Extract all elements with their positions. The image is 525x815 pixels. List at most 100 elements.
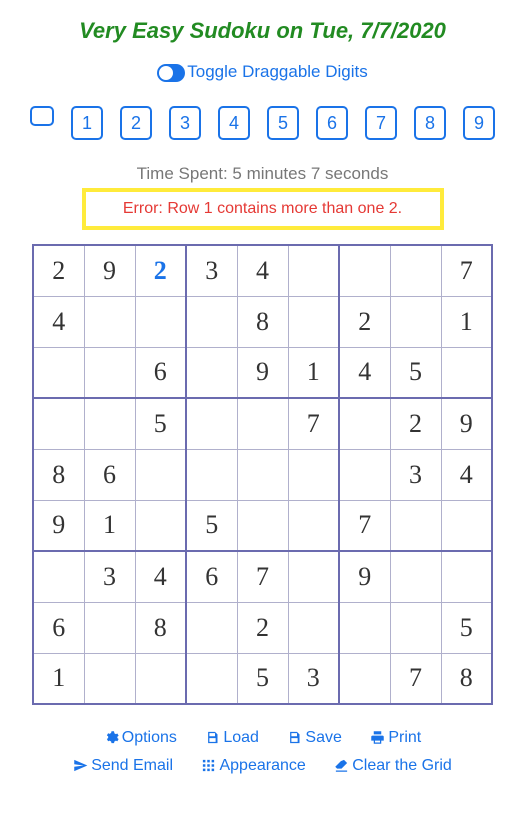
cell-8-4[interactable]: 5 [237,653,288,704]
cell-5-2[interactable] [135,500,186,551]
cell-8-6[interactable] [339,653,390,704]
cell-4-3[interactable] [186,449,237,500]
options-button[interactable]: Options [104,729,177,747]
cell-1-8[interactable]: 1 [441,296,492,347]
cell-4-6[interactable] [339,449,390,500]
cell-2-2[interactable]: 6 [135,347,186,398]
toggle-draggable[interactable]: Toggle Draggable Digits [0,62,525,82]
cell-8-3[interactable] [186,653,237,704]
cell-2-3[interactable] [186,347,237,398]
cell-5-4[interactable] [237,500,288,551]
cell-6-3[interactable]: 6 [186,551,237,602]
digit-tile-4[interactable]: 4 [218,106,250,140]
digit-tile-6[interactable]: 6 [316,106,348,140]
cell-3-0[interactable] [33,398,84,449]
cell-4-0[interactable]: 8 [33,449,84,500]
cell-8-1[interactable] [84,653,135,704]
cell-3-3[interactable] [186,398,237,449]
cell-7-1[interactable] [84,602,135,653]
cell-5-3[interactable]: 5 [186,500,237,551]
cell-3-2[interactable]: 5 [135,398,186,449]
cell-0-2[interactable]: 2 [135,245,186,296]
cell-2-8[interactable] [441,347,492,398]
cell-6-7[interactable] [390,551,441,602]
cell-4-8[interactable]: 4 [441,449,492,500]
cell-4-5[interactable] [288,449,339,500]
cell-4-7[interactable]: 3 [390,449,441,500]
cell-7-6[interactable] [339,602,390,653]
cell-6-4[interactable]: 7 [237,551,288,602]
cell-3-4[interactable] [237,398,288,449]
cell-6-1[interactable]: 3 [84,551,135,602]
cell-5-0[interactable]: 9 [33,500,84,551]
appearance-button[interactable]: Appearance [201,757,305,775]
cell-6-2[interactable]: 4 [135,551,186,602]
digit-tile-1[interactable]: 1 [71,106,103,140]
cell-4-1[interactable]: 6 [84,449,135,500]
cell-7-0[interactable]: 6 [33,602,84,653]
cell-5-7[interactable] [390,500,441,551]
digit-tile-3[interactable]: 3 [169,106,201,140]
cell-0-6[interactable] [339,245,390,296]
cell-8-5[interactable]: 3 [288,653,339,704]
eraser-icon [334,757,349,775]
cell-3-7[interactable]: 2 [390,398,441,449]
cell-2-4[interactable]: 9 [237,347,288,398]
cell-2-0[interactable] [33,347,84,398]
digit-tile-2[interactable]: 2 [120,106,152,140]
cell-0-4[interactable]: 4 [237,245,288,296]
load-button[interactable]: Load [205,729,259,747]
cell-0-0[interactable]: 2 [33,245,84,296]
cell-0-1[interactable]: 9 [84,245,135,296]
cell-7-5[interactable] [288,602,339,653]
blank-tile[interactable] [30,106,54,126]
cell-1-4[interactable]: 8 [237,296,288,347]
cell-5-8[interactable] [441,500,492,551]
cell-4-4[interactable] [237,449,288,500]
cell-6-8[interactable] [441,551,492,602]
cell-2-6[interactable]: 4 [339,347,390,398]
cell-6-0[interactable] [33,551,84,602]
cell-1-1[interactable] [84,296,135,347]
cell-1-2[interactable] [135,296,186,347]
cell-1-7[interactable] [390,296,441,347]
cell-4-2[interactable] [135,449,186,500]
cell-1-0[interactable]: 4 [33,296,84,347]
clear-button[interactable]: Clear the Grid [334,757,452,775]
cell-3-5[interactable]: 7 [288,398,339,449]
cell-1-6[interactable]: 2 [339,296,390,347]
cell-6-5[interactable] [288,551,339,602]
cell-0-7[interactable] [390,245,441,296]
cell-6-6[interactable]: 9 [339,551,390,602]
cell-8-7[interactable]: 7 [390,653,441,704]
cell-3-1[interactable] [84,398,135,449]
cell-3-6[interactable] [339,398,390,449]
cell-2-1[interactable] [84,347,135,398]
digit-tile-5[interactable]: 5 [267,106,299,140]
cell-7-3[interactable] [186,602,237,653]
digit-tile-8[interactable]: 8 [414,106,446,140]
cell-5-5[interactable] [288,500,339,551]
cell-2-5[interactable]: 1 [288,347,339,398]
digit-tile-7[interactable]: 7 [365,106,397,140]
cell-7-4[interactable]: 2 [237,602,288,653]
cell-1-5[interactable] [288,296,339,347]
print-button[interactable]: Print [370,729,421,747]
cell-7-2[interactable]: 8 [135,602,186,653]
cell-8-0[interactable]: 1 [33,653,84,704]
cell-0-3[interactable]: 3 [186,245,237,296]
cell-8-2[interactable] [135,653,186,704]
cell-8-8[interactable]: 8 [441,653,492,704]
cell-7-8[interactable]: 5 [441,602,492,653]
cell-0-8[interactable]: 7 [441,245,492,296]
send-email-button[interactable]: Send Email [73,757,173,775]
cell-1-3[interactable] [186,296,237,347]
save-button[interactable]: Save [287,729,341,747]
cell-2-7[interactable]: 5 [390,347,441,398]
cell-0-5[interactable] [288,245,339,296]
cell-5-6[interactable]: 7 [339,500,390,551]
cell-5-1[interactable]: 1 [84,500,135,551]
digit-tile-9[interactable]: 9 [463,106,495,140]
cell-7-7[interactable] [390,602,441,653]
cell-3-8[interactable]: 9 [441,398,492,449]
